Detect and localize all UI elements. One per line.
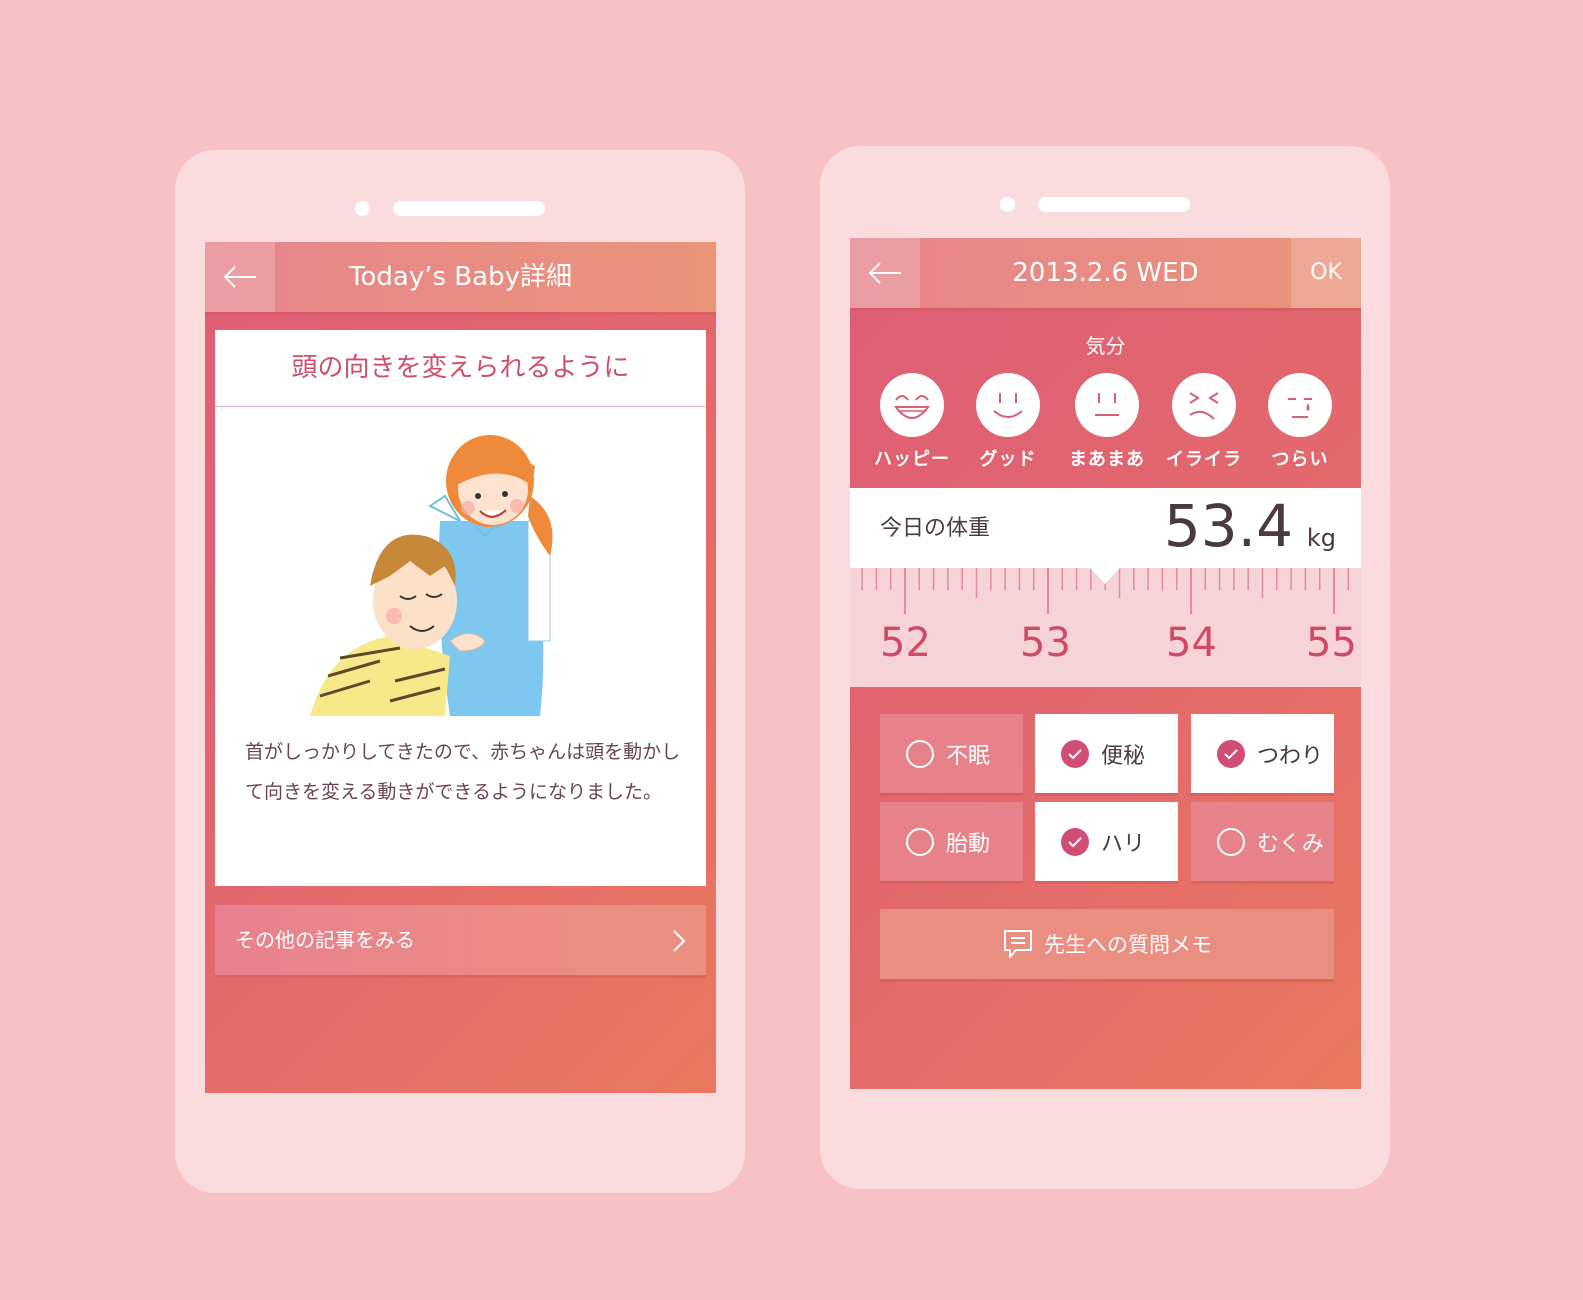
date-title: 2013.2.6 WED	[1012, 258, 1199, 288]
left-phone: Today’s Baby詳細 頭の向きを変えられるように 首がしっかりしてきたの…	[175, 150, 745, 1193]
doctor-question-memo-button[interactable]: 先生への質問メモ	[880, 909, 1334, 979]
mood-heading: 気分	[1085, 334, 1126, 358]
ruler-pointer-icon	[1090, 568, 1120, 584]
weight-unit: kg	[1306, 524, 1336, 552]
checkmark-icon	[1061, 827, 1089, 856]
ruler-label-54: 54	[1166, 620, 1217, 666]
mood-sad[interactable]: つらい	[1255, 373, 1345, 471]
back-arrow-icon	[223, 266, 256, 288]
article-body: 首がしっかりしてきたので、赤ちゃんは頭を動かして向きを変える動きができるようにな…	[245, 741, 681, 803]
more-articles-label: その他の記事をみる	[235, 928, 415, 952]
back-arrow-icon	[868, 262, 901, 284]
symptom-label: つわり	[1257, 743, 1324, 769]
sad-face-icon	[1288, 398, 1312, 418]
parents-illustration	[310, 435, 553, 716]
speech-bubble-icon	[1004, 930, 1032, 958]
happy-face-icon	[894, 395, 930, 419]
symptom-insomnia[interactable]: 不眠	[880, 714, 1023, 793]
header-bar: Today’s Baby詳細	[205, 242, 716, 312]
unchecked-circle-icon	[906, 827, 934, 856]
symptom-label: むくみ	[1257, 831, 1324, 857]
weight-value: 53.4	[1163, 492, 1293, 560]
irritated-face-icon	[1189, 392, 1219, 420]
weight-card: 今日の体重 53.4 kg	[850, 488, 1361, 568]
phone-camera	[1000, 197, 1015, 212]
symptom-morning-sickness[interactable]: つわり	[1191, 714, 1334, 793]
ruler-label-52: 52	[880, 620, 931, 666]
mood-happy[interactable]: ハッピー	[867, 373, 957, 471]
memo-label: 先生への質問メモ	[1044, 933, 1212, 957]
checkmark-icon	[1061, 739, 1089, 768]
smile-face-icon	[993, 393, 1023, 418]
right-phone: 2013.2.6 WED OK 気分 ハッピー グッド まあまあ イライラ つら…	[820, 146, 1390, 1189]
back-button[interactable]	[850, 238, 920, 308]
symptom-fetal-movement[interactable]: 胎動	[880, 802, 1023, 881]
symptom-tension[interactable]: ハリ	[1035, 802, 1178, 881]
mood-happy-label: ハッピー	[874, 449, 950, 470]
symptom-label: ハリ	[1101, 831, 1146, 857]
mood-soso-label: まあまあ	[1069, 449, 1145, 470]
mood-good[interactable]: グッド	[963, 373, 1053, 471]
symptom-constipation[interactable]: 便秘	[1035, 714, 1178, 793]
phone-camera	[355, 201, 370, 216]
mood-sad-label: つらい	[1271, 449, 1329, 470]
unchecked-circle-icon	[906, 739, 934, 768]
weight-label: 今日の体重	[880, 516, 991, 541]
phone-speaker	[1038, 197, 1190, 212]
ruler-label-53: 53	[1020, 620, 1071, 666]
back-button[interactable]	[205, 242, 275, 312]
mood-irritated-label: イライラ	[1166, 449, 1242, 470]
unchecked-circle-icon	[1217, 827, 1245, 856]
ruler-label-55: 55	[1306, 620, 1357, 666]
symptom-label: 便秘	[1101, 743, 1146, 769]
symptom-label: 胎動	[946, 831, 991, 857]
right-screen: 2013.2.6 WED OK 気分 ハッピー グッド まあまあ イライラ つら…	[850, 238, 1361, 1089]
neutral-face-icon	[1095, 393, 1119, 416]
left-screen: Today’s Baby詳細 頭の向きを変えられるように 首がしっかりしてきたの…	[205, 242, 716, 1093]
page-title: Today’s Baby詳細	[349, 262, 572, 292]
weight-ruler-slider[interactable]: 52 53 54 55	[850, 568, 1361, 687]
article-card: 頭の向きを変えられるように 首がしっかりしてきたので、赤ちゃんは頭を動かして向き…	[215, 330, 706, 886]
symptom-swelling[interactable]: むくみ	[1191, 802, 1334, 881]
phone-speaker	[393, 201, 545, 216]
more-articles-button[interactable]: その他の記事をみる	[215, 905, 706, 975]
ok-button[interactable]: OK	[1291, 238, 1361, 308]
mood-soso[interactable]: まあまあ	[1062, 373, 1152, 471]
article-title: 頭の向きを変えられるように	[215, 330, 706, 407]
header-bar: 2013.2.6 WED OK	[850, 238, 1361, 308]
symptom-label: 不眠	[946, 743, 991, 769]
checkmark-icon	[1217, 739, 1245, 768]
mood-irritated[interactable]: イライラ	[1159, 373, 1249, 471]
mood-good-label: グッド	[979, 449, 1037, 470]
chevron-right-icon	[673, 930, 686, 952]
